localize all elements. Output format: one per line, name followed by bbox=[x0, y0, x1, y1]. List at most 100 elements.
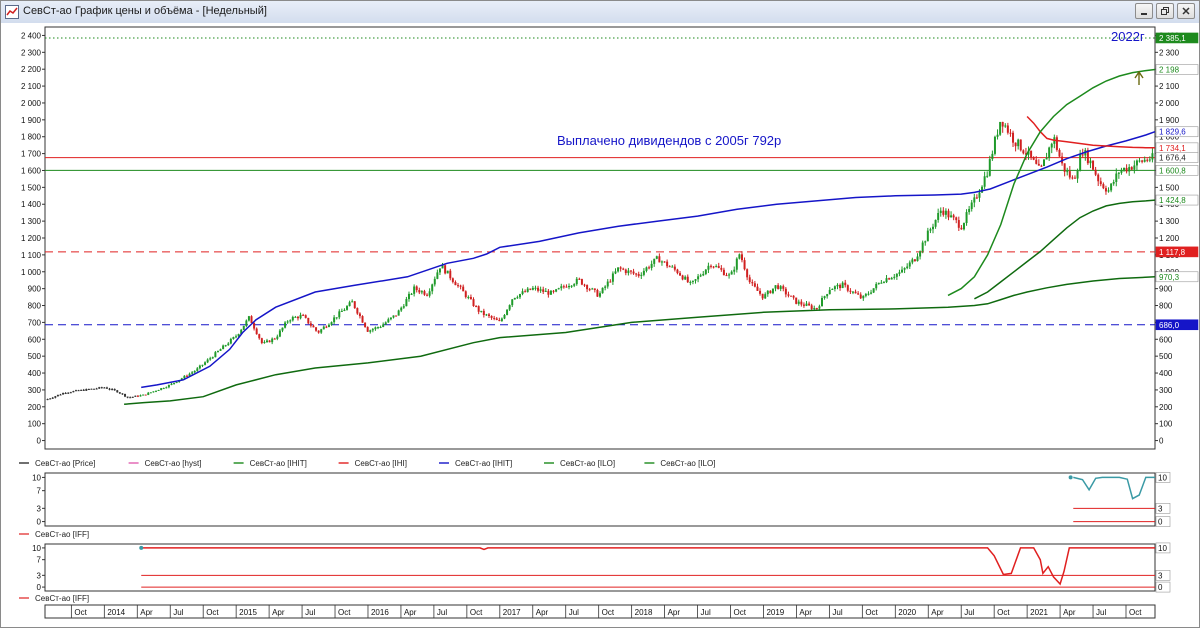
candle-body bbox=[206, 359, 209, 363]
candle-body bbox=[266, 340, 268, 343]
candle-body bbox=[464, 291, 467, 298]
candle-body bbox=[185, 375, 188, 377]
candle-body bbox=[570, 285, 573, 287]
candle-body bbox=[722, 269, 725, 276]
candle-body bbox=[795, 297, 798, 304]
close-button[interactable] bbox=[1177, 3, 1195, 19]
y-tick-label: 1 000 bbox=[21, 268, 42, 277]
time-tick-label: Apr bbox=[404, 608, 417, 617]
ind-tag-label: 0 bbox=[1158, 583, 1163, 592]
y-tick-label-right: 1 200 bbox=[1159, 234, 1180, 243]
candle-body bbox=[495, 318, 498, 321]
candle-body bbox=[996, 134, 999, 137]
candle-body bbox=[1055, 137, 1058, 150]
candle-body bbox=[77, 390, 80, 392]
candle-body bbox=[673, 266, 676, 270]
legend-item-label: СевСт-ао [ILO] bbox=[660, 459, 715, 468]
candle-body bbox=[1058, 149, 1061, 157]
candle-body bbox=[198, 365, 201, 369]
candle-body bbox=[898, 272, 901, 274]
y-tick-label: 100 bbox=[28, 420, 42, 429]
candle-body bbox=[263, 342, 266, 344]
candle-body bbox=[242, 325, 245, 330]
candle-body bbox=[108, 388, 111, 390]
candle-body bbox=[1035, 159, 1038, 164]
candle-body bbox=[299, 314, 302, 319]
minimize-button[interactable] bbox=[1135, 3, 1153, 19]
candle-body bbox=[841, 282, 844, 289]
candle-body bbox=[766, 290, 769, 295]
time-axis[interactable]: Oct 2014 Apr Jul Oct 2015 Apr Jul Oct 2016 Apr Jul O… bbox=[44, 604, 1156, 619]
candle-body bbox=[475, 306, 478, 308]
candle-body bbox=[573, 284, 576, 286]
candle-body bbox=[921, 242, 924, 252]
candle-body bbox=[771, 288, 774, 294]
candle-body bbox=[162, 388, 165, 390]
candle-body bbox=[204, 362, 207, 365]
y-tick-label-right: 0 bbox=[1159, 437, 1164, 446]
candle-body bbox=[482, 310, 485, 316]
time-tick-label: Oct bbox=[602, 608, 615, 617]
y-tick-label: 300 bbox=[28, 386, 42, 395]
candle-body bbox=[67, 392, 70, 394]
candle-body bbox=[255, 328, 258, 335]
y-tick-label: 900 bbox=[28, 285, 42, 294]
candle-body bbox=[369, 330, 372, 332]
candle-body bbox=[903, 268, 906, 270]
candle-body bbox=[586, 285, 589, 290]
y-tick-label: 800 bbox=[28, 302, 42, 311]
ind-tick-label: 7 bbox=[37, 556, 42, 565]
candle-body bbox=[802, 304, 805, 306]
candle-body bbox=[54, 396, 57, 398]
restore-button[interactable] bbox=[1156, 3, 1174, 19]
y-tick-label: 700 bbox=[28, 318, 42, 327]
time-tick-label: Jul bbox=[964, 608, 974, 617]
ind-tick-label: 10 bbox=[32, 473, 41, 482]
chart-app-icon bbox=[5, 5, 19, 19]
indicator-panel-1[interactable]: 0 3 7 10 10 3 0 bbox=[32, 472, 1171, 527]
candle-body bbox=[1048, 147, 1051, 159]
candle-body bbox=[823, 296, 826, 298]
time-tick-label: Apr bbox=[931, 608, 944, 617]
candle-body bbox=[444, 265, 447, 274]
candle-body bbox=[389, 317, 392, 320]
candle-body bbox=[335, 317, 338, 319]
candle-body bbox=[619, 267, 622, 269]
candle-body bbox=[981, 186, 984, 193]
candle-body bbox=[712, 266, 715, 268]
price-chart[interactable]: 01002003004005006007008009001 0001 1001 … bbox=[1, 23, 1199, 627]
candle-body bbox=[591, 288, 594, 290]
candle-body bbox=[149, 392, 152, 394]
candle-body bbox=[735, 258, 738, 270]
candle-body bbox=[679, 273, 682, 276]
time-tick-label: Apr bbox=[1063, 608, 1076, 617]
time-tick-label: Jul bbox=[305, 608, 315, 617]
candle-body bbox=[1050, 143, 1053, 148]
candle-body bbox=[911, 259, 914, 263]
candle-body bbox=[624, 269, 627, 274]
candle-body bbox=[1019, 139, 1022, 151]
candle-body bbox=[325, 326, 328, 328]
candle-body bbox=[650, 263, 653, 268]
candle-body bbox=[346, 306, 349, 310]
candle-body bbox=[124, 393, 127, 397]
candle-body bbox=[343, 309, 346, 311]
candle-body bbox=[56, 394, 59, 397]
candle-body bbox=[844, 282, 847, 286]
candle-body bbox=[983, 176, 986, 187]
indicator-panel-2[interactable]: 0 3 7 10 10 3 0 bbox=[32, 542, 1171, 593]
y-tick-label-right: 2 100 bbox=[1159, 82, 1180, 91]
y-tick-label-right: 200 bbox=[1159, 403, 1173, 412]
candle-body bbox=[431, 284, 434, 292]
candle-body bbox=[743, 260, 746, 270]
main-panel[interactable]: 0 100 200 300 400 500 600 700 800 900 1 000 1 100 1 … bbox=[21, 26, 1199, 450]
title-bar[interactable]: СевСт-ао График цены и объёма - [Недельн… bbox=[1, 1, 1199, 24]
price-tag-label: 1 829,6 bbox=[1159, 128, 1186, 137]
candle-body bbox=[428, 291, 431, 296]
candle-body bbox=[1089, 160, 1092, 164]
y-tick-label-right: 900 bbox=[1159, 285, 1173, 294]
candle-body bbox=[250, 316, 253, 323]
candle-body bbox=[751, 282, 754, 284]
candle-body bbox=[134, 395, 137, 397]
candle-body bbox=[366, 327, 369, 332]
